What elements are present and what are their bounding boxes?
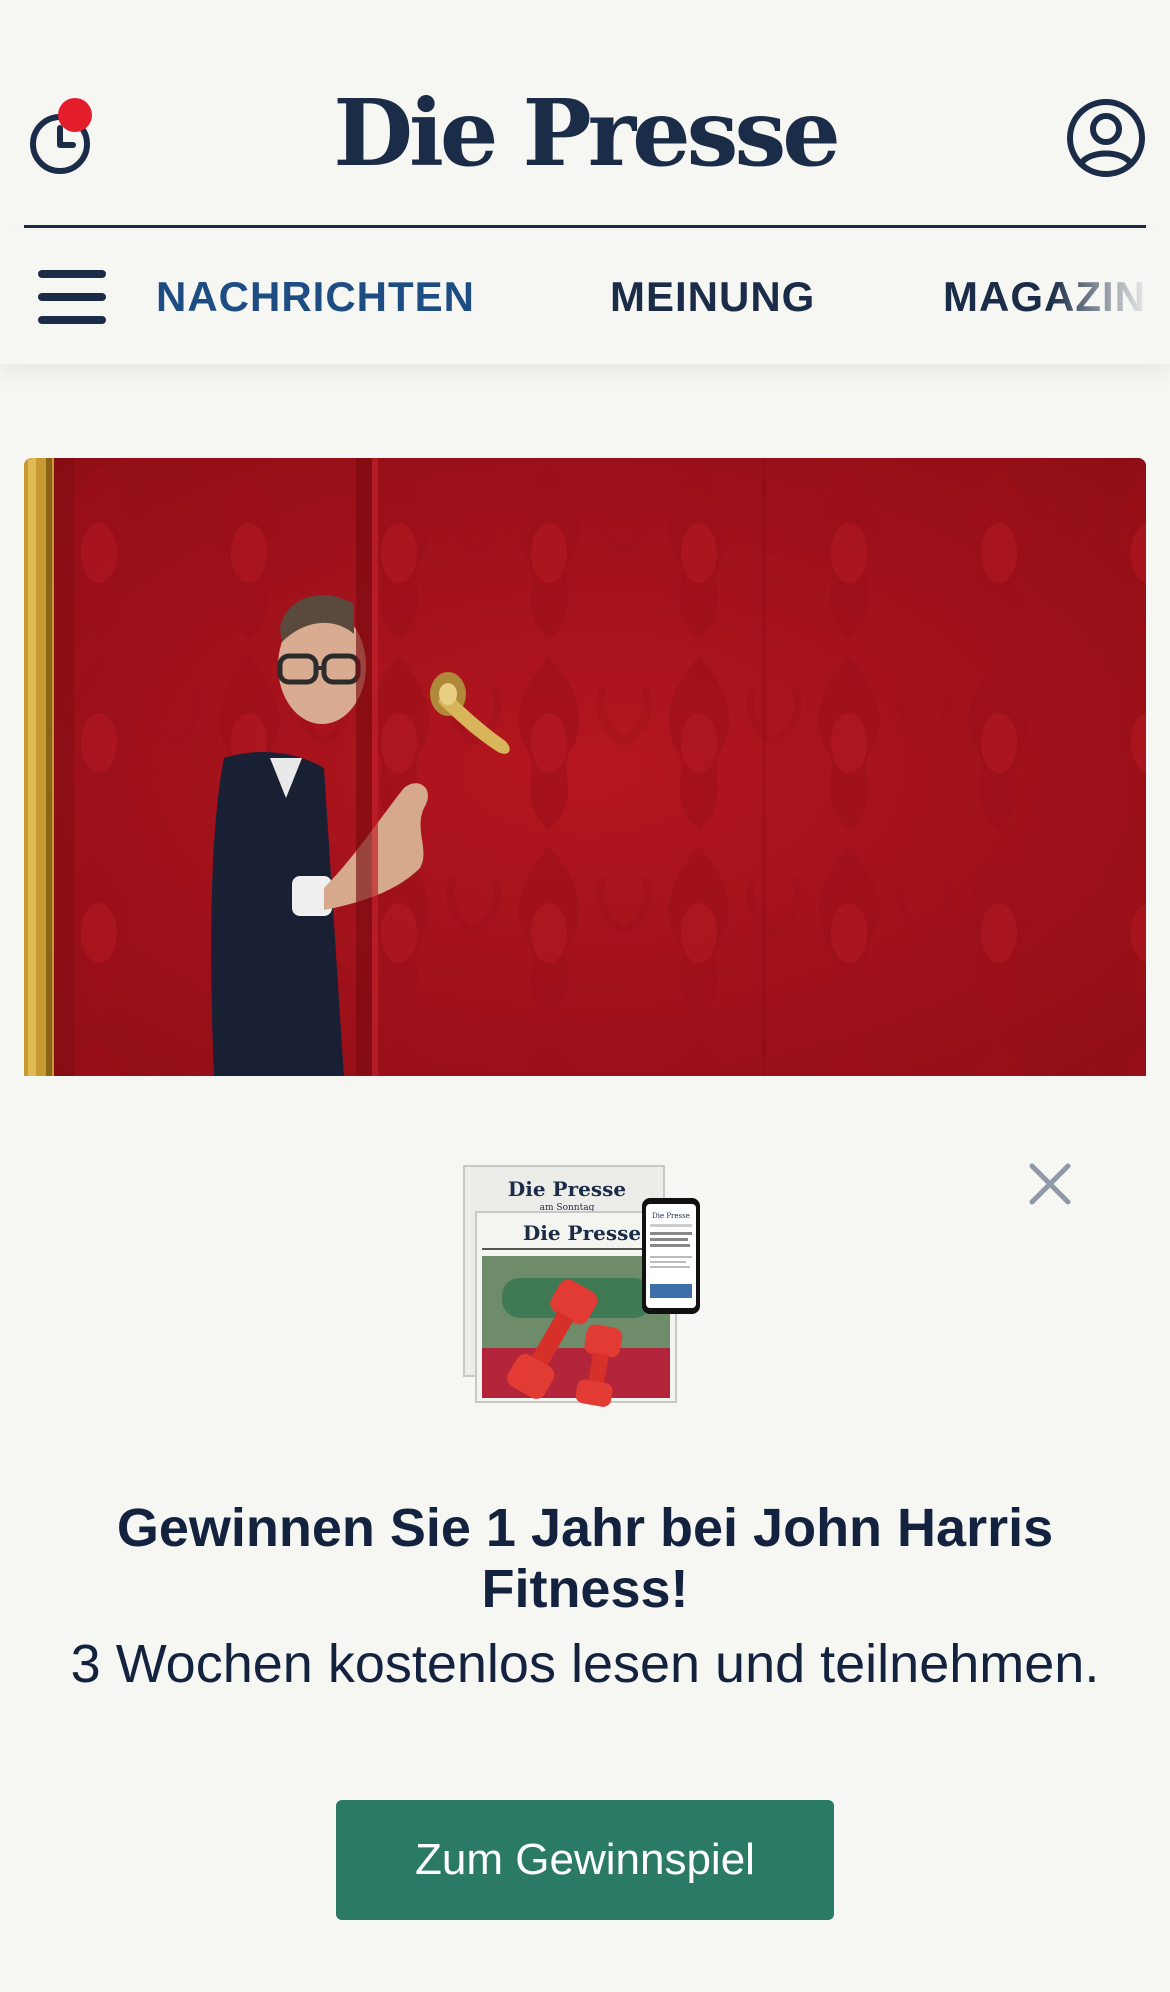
hero-image[interactable] [24, 458, 1146, 1078]
user-circle-icon [1067, 99, 1145, 177]
promo-paper-sunday: Die Presse [508, 1177, 626, 1201]
account-button[interactable] [1066, 98, 1146, 178]
promo-paper-daily: Die Presse [523, 1221, 641, 1245]
nav-item-nachrichten[interactable]: NACHRICHTEN [156, 272, 475, 322]
section-nav: NACHRICHTEN MEINUNG MAGAZIN [0, 228, 1170, 364]
contest-button[interactable]: Zum Gewinnspiel [336, 1800, 834, 1920]
promo-illustration: Die Presse am Sonntag Die Presse Die Pre… [462, 1160, 712, 1410]
promo-subtitle: 3 Wochen kostenlos lesen und teilnehmen. [70, 1634, 1100, 1694]
promo-phone-brand: Die Presse [652, 1212, 690, 1220]
brand-logo[interactable]: Die Presse [0, 78, 1170, 188]
top-header: Die Presse [0, 0, 1170, 226]
promo-title: Gewinnen Sie 1 Jahr bei John Harris Fitn… [116, 1498, 1054, 1619]
hamburger-icon[interactable] [38, 270, 106, 324]
nav-item-meinung[interactable]: MEINUNG [610, 272, 815, 322]
nav-overflow-fade [1050, 228, 1170, 364]
close-icon[interactable] [1026, 1160, 1074, 1208]
